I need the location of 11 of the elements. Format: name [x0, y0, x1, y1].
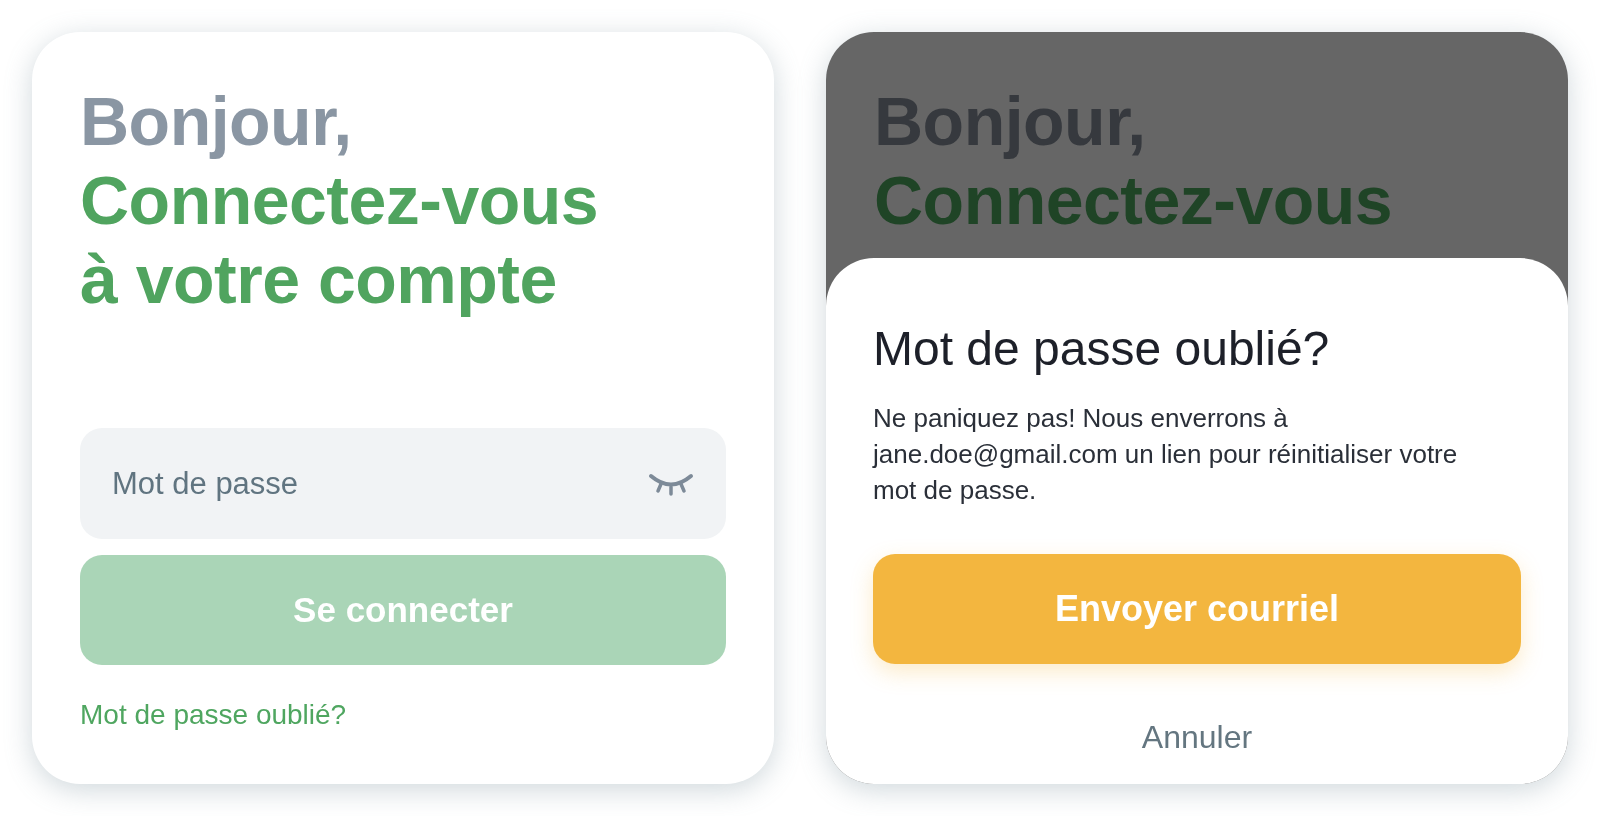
login-heading-line: Connectez-vous [874, 161, 1393, 240]
login-heading-line: à votre compte [80, 240, 557, 319]
forgot-password-link[interactable]: Mot de passe oublié? [80, 698, 347, 732]
login-heading-line: Connectez-vous [80, 161, 599, 240]
eye-closed-icon[interactable] [648, 471, 694, 497]
password-field[interactable]: Mot de passe [80, 428, 726, 539]
cancel-button[interactable]: Annuler [1141, 719, 1253, 755]
sheet-title: Mot de passe oublié? [873, 321, 1331, 377]
sheet-message: Ne paniquez pas! Nous enverrons à jane.doe@gmail.com un lien pour réinitialiser votre mot de passe. [873, 402, 1459, 507]
greeting-text: Bonjour, [80, 82, 352, 161]
send-email-button[interactable]: Envoyer courriel [873, 554, 1521, 664]
